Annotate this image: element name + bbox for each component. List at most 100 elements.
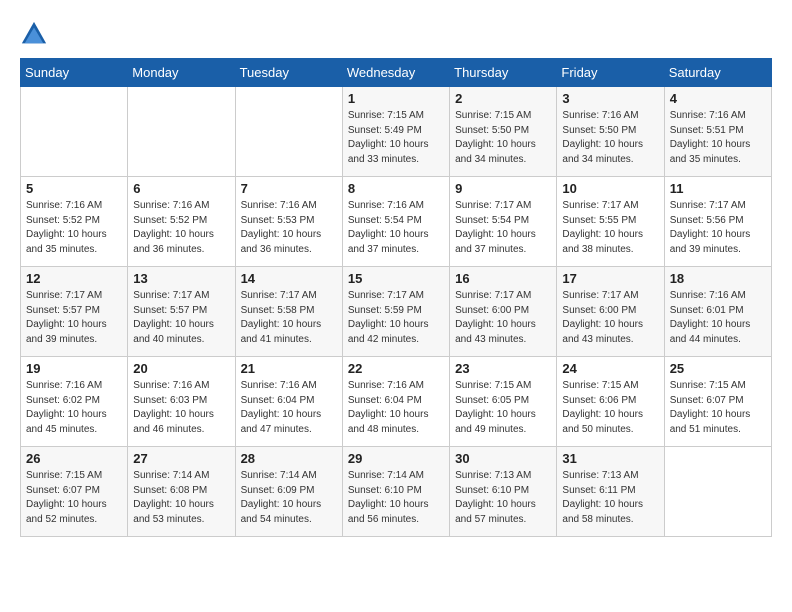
page-header: [20, 20, 772, 48]
day-number: 4: [670, 91, 766, 106]
calendar-cell: 19 Sunrise: 7:16 AM Sunset: 6:02 PM Dayli…: [21, 357, 128, 447]
calendar-header-row: SundayMondayTuesdayWednesdayThursdayFrid…: [21, 59, 772, 87]
day-info: Sunrise: 7:16 AM Sunset: 5:50 PM Dayligh…: [562, 109, 658, 167]
calendar-cell: 13Sunrise: 7:17 AM Sunset: 5:57 PM Dayli…: [128, 267, 235, 357]
calendar-cell: 10 Sunrise: 7:17 AM Sunset: 5:55 PM Dayli…: [557, 177, 664, 267]
day-info: Sunrise: 7:16 AM Sunset: 6:04 PM Dayligh…: [241, 379, 337, 437]
day-info: Sunrise: 7:14 AM Sunset: 6:09 PM Dayligh…: [241, 469, 337, 527]
calendar-cell: 11 Sunrise: 7:17 AM Sunset: 5:56 PM Dayli…: [664, 177, 771, 267]
calendar-cell: 14 Sunrise: 7:17 AM Sunset: 5:58 PM Dayli…: [235, 267, 342, 357]
calendar-week-row: 5 Sunrise: 7:16 AM Sunset: 5:52 PM Daylig…: [21, 177, 772, 267]
day-info: Sunrise: 7:16 AM Sunset: 5:51 PM Dayligh…: [670, 109, 766, 167]
day-number: 26: [26, 451, 122, 466]
calendar-cell: 2 Sunrise: 7:15 AM Sunset: 5:50 PM Daylig…: [450, 87, 557, 177]
day-number: 7: [241, 181, 337, 196]
calendar-cell: 3Sunrise: 7:16 AM Sunset: 5:50 PM Daylig…: [557, 87, 664, 177]
day-number: 23: [455, 361, 551, 376]
calendar-cell: 4 Sunrise: 7:16 AM Sunset: 5:51 PM Daylig…: [664, 87, 771, 177]
day-info: Sunrise: 7:15 AM Sunset: 5:50 PM Dayligh…: [455, 109, 551, 167]
calendar-cell: [128, 87, 235, 177]
day-info: Sunrise: 7:17 AM Sunset: 6:00 PM Dayligh…: [562, 289, 658, 347]
day-info: Sunrise: 7:17 AM Sunset: 5:58 PM Dayligh…: [241, 289, 337, 347]
day-info: Sunrise: 7:14 AM Sunset: 6:10 PM Dayligh…: [348, 469, 444, 527]
day-number: 21: [241, 361, 337, 376]
day-number: 9: [455, 181, 551, 196]
day-info: Sunrise: 7:13 AM Sunset: 6:11 PM Dayligh…: [562, 469, 658, 527]
calendar-cell: 12 Sunrise: 7:17 AM Sunset: 5:57 PM Dayli…: [21, 267, 128, 357]
logo-icon: [20, 20, 48, 48]
day-info: Sunrise: 7:16 AM Sunset: 6:01 PM Dayligh…: [670, 289, 766, 347]
day-info: Sunrise: 7:13 AM Sunset: 6:10 PM Dayligh…: [455, 469, 551, 527]
calendar-cell: 20 Sunrise: 7:16 AM Sunset: 6:03 PM Dayli…: [128, 357, 235, 447]
day-number: 19: [26, 361, 122, 376]
header-day-friday: Friday: [557, 59, 664, 87]
day-number: 18: [670, 271, 766, 286]
day-number: 27: [133, 451, 229, 466]
header-day-saturday: Saturday: [664, 59, 771, 87]
day-info: Sunrise: 7:15 AM Sunset: 6:07 PM Dayligh…: [26, 469, 122, 527]
day-info: Sunrise: 7:17 AM Sunset: 5:56 PM Dayligh…: [670, 199, 766, 257]
header-day-wednesday: Wednesday: [342, 59, 449, 87]
day-info: Sunrise: 7:16 AM Sunset: 6:04 PM Dayligh…: [348, 379, 444, 437]
day-info: Sunrise: 7:16 AM Sunset: 6:03 PM Dayligh…: [133, 379, 229, 437]
calendar-cell: 9 Sunrise: 7:17 AM Sunset: 5:54 PM Daylig…: [450, 177, 557, 267]
day-number: 10: [562, 181, 658, 196]
day-info: Sunrise: 7:15 AM Sunset: 5:49 PM Dayligh…: [348, 109, 444, 167]
day-number: 22: [348, 361, 444, 376]
day-number: 1: [348, 91, 444, 106]
calendar-week-row: 1 Sunrise: 7:15 AM Sunset: 5:49 PM Daylig…: [21, 87, 772, 177]
day-number: 30: [455, 451, 551, 466]
day-number: 11: [670, 181, 766, 196]
calendar-cell: 8 Sunrise: 7:16 AM Sunset: 5:54 PM Daylig…: [342, 177, 449, 267]
day-number: 5: [26, 181, 122, 196]
day-info: Sunrise: 7:16 AM Sunset: 6:02 PM Dayligh…: [26, 379, 122, 437]
calendar-cell: 6 Sunrise: 7:16 AM Sunset: 5:52 PM Daylig…: [128, 177, 235, 267]
header-day-sunday: Sunday: [21, 59, 128, 87]
day-info: Sunrise: 7:16 AM Sunset: 5:54 PM Dayligh…: [348, 199, 444, 257]
day-info: Sunrise: 7:16 AM Sunset: 5:53 PM Dayligh…: [241, 199, 337, 257]
calendar-cell: 16 Sunrise: 7:17 AM Sunset: 6:00 PM Dayli…: [450, 267, 557, 357]
day-info: Sunrise: 7:17 AM Sunset: 6:00 PM Dayligh…: [455, 289, 551, 347]
calendar-week-row: 26 Sunrise: 7:15 AM Sunset: 6:07 PM Dayli…: [21, 447, 772, 537]
day-info: Sunrise: 7:17 AM Sunset: 5:55 PM Dayligh…: [562, 199, 658, 257]
calendar-cell: 1 Sunrise: 7:15 AM Sunset: 5:49 PM Daylig…: [342, 87, 449, 177]
day-number: 15: [348, 271, 444, 286]
day-info: Sunrise: 7:17 AM Sunset: 5:59 PM Dayligh…: [348, 289, 444, 347]
calendar-cell: 30 Sunrise: 7:13 AM Sunset: 6:10 PM Dayli…: [450, 447, 557, 537]
day-number: 14: [241, 271, 337, 286]
day-number: 2: [455, 91, 551, 106]
day-info: Sunrise: 7:17 AM Sunset: 5:57 PM Dayligh…: [26, 289, 122, 347]
calendar-cell: 26 Sunrise: 7:15 AM Sunset: 6:07 PM Dayli…: [21, 447, 128, 537]
calendar-cell: 17 Sunrise: 7:17 AM Sunset: 6:00 PM Dayli…: [557, 267, 664, 357]
day-number: 17: [562, 271, 658, 286]
logo: [20, 20, 52, 48]
calendar-week-row: 12 Sunrise: 7:17 AM Sunset: 5:57 PM Dayli…: [21, 267, 772, 357]
day-number: 16: [455, 271, 551, 286]
calendar-cell: 5 Sunrise: 7:16 AM Sunset: 5:52 PM Daylig…: [21, 177, 128, 267]
calendar-cell: 21 Sunrise: 7:16 AM Sunset: 6:04 PM Dayli…: [235, 357, 342, 447]
header-day-monday: Monday: [128, 59, 235, 87]
day-number: 12: [26, 271, 122, 286]
day-number: 6: [133, 181, 229, 196]
day-number: 20: [133, 361, 229, 376]
day-number: 29: [348, 451, 444, 466]
day-info: Sunrise: 7:15 AM Sunset: 6:07 PM Dayligh…: [670, 379, 766, 437]
calendar-cell: 23Sunrise: 7:15 AM Sunset: 6:05 PM Dayli…: [450, 357, 557, 447]
calendar-cell: 28Sunrise: 7:14 AM Sunset: 6:09 PM Dayli…: [235, 447, 342, 537]
day-number: 8: [348, 181, 444, 196]
day-info: Sunrise: 7:17 AM Sunset: 5:54 PM Dayligh…: [455, 199, 551, 257]
calendar-cell: 25Sunrise: 7:15 AM Sunset: 6:07 PM Dayli…: [664, 357, 771, 447]
calendar-cell: 22 Sunrise: 7:16 AM Sunset: 6:04 PM Dayli…: [342, 357, 449, 447]
calendar-cell: 29 Sunrise: 7:14 AM Sunset: 6:10 PM Dayli…: [342, 447, 449, 537]
header-day-tuesday: Tuesday: [235, 59, 342, 87]
day-info: Sunrise: 7:16 AM Sunset: 5:52 PM Dayligh…: [26, 199, 122, 257]
calendar-cell: [235, 87, 342, 177]
calendar-cell: 15 Sunrise: 7:17 AM Sunset: 5:59 PM Dayli…: [342, 267, 449, 357]
day-info: Sunrise: 7:16 AM Sunset: 5:52 PM Dayligh…: [133, 199, 229, 257]
calendar-cell: 7 Sunrise: 7:16 AM Sunset: 5:53 PM Daylig…: [235, 177, 342, 267]
calendar-cell: 18 Sunrise: 7:16 AM Sunset: 6:01 PM Dayli…: [664, 267, 771, 357]
calendar-cell: 24Sunrise: 7:15 AM Sunset: 6:06 PM Dayli…: [557, 357, 664, 447]
calendar-week-row: 19 Sunrise: 7:16 AM Sunset: 6:02 PM Dayli…: [21, 357, 772, 447]
day-number: 31: [562, 451, 658, 466]
calendar-cell: 31 Sunrise: 7:13 AM Sunset: 6:11 PM Dayli…: [557, 447, 664, 537]
